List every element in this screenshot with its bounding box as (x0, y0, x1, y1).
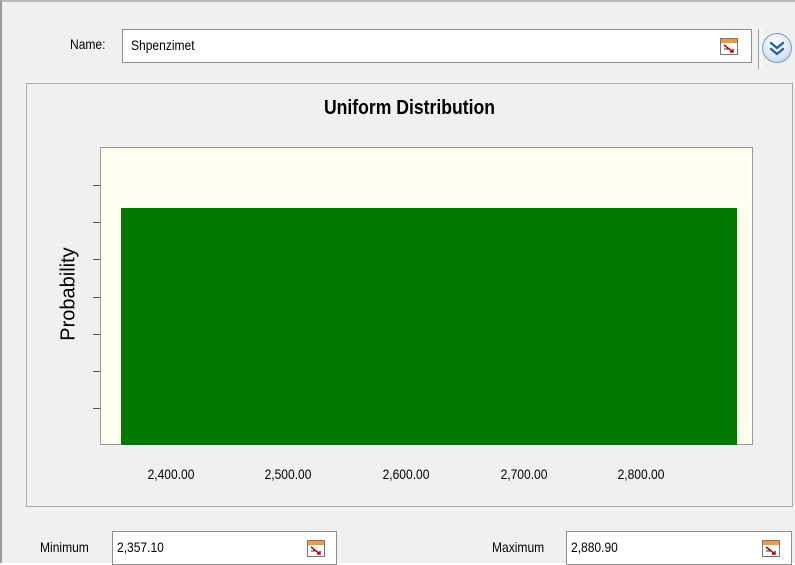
maximum-value: 2,880.90 (571, 539, 618, 555)
cell-reference-icon[interactable] (762, 540, 780, 557)
y-tick (93, 259, 100, 260)
x-tick-label: 2,400.00 (147, 466, 195, 482)
x-tick-label: 2,500.00 (264, 466, 312, 482)
y-tick (93, 334, 100, 335)
minimum-label: Minimum (40, 539, 89, 555)
chart-panel: Uniform Distribution Probability 2,400.0… (26, 83, 793, 507)
plot-area (100, 147, 753, 445)
y-tick (93, 185, 100, 186)
minimum-input[interactable]: 2,357.10 (112, 531, 337, 565)
y-tick (93, 222, 100, 223)
distribution-bar (121, 208, 738, 445)
name-label: Name: (70, 36, 106, 52)
chart-title: Uniform Distribution (323, 97, 496, 119)
name-input[interactable]: Shpenzimet (122, 29, 752, 63)
y-axis-label: Probability (57, 247, 80, 341)
expand-button[interactable] (762, 33, 792, 63)
distribution-dialog: Name: Shpenzimet Uniform Distribution Pr… (0, 0, 795, 565)
x-tick-label: 2,800.00 (617, 466, 665, 482)
x-tick-label: 2,600.00 (382, 466, 430, 482)
x-tick-label: 2,700.00 (500, 466, 547, 482)
maximum-input[interactable]: 2,880.90 (566, 531, 792, 565)
cell-reference-icon[interactable] (720, 38, 738, 55)
y-tick (93, 408, 100, 409)
y-tick (93, 371, 100, 372)
minimum-value: 2,357.10 (117, 539, 164, 555)
y-tick (93, 297, 100, 298)
cell-reference-icon[interactable] (307, 540, 325, 557)
maximum-label: Maximum (492, 539, 545, 555)
name-value: Shpenzimet (131, 37, 195, 53)
double-chevron-down-icon (769, 41, 785, 56)
